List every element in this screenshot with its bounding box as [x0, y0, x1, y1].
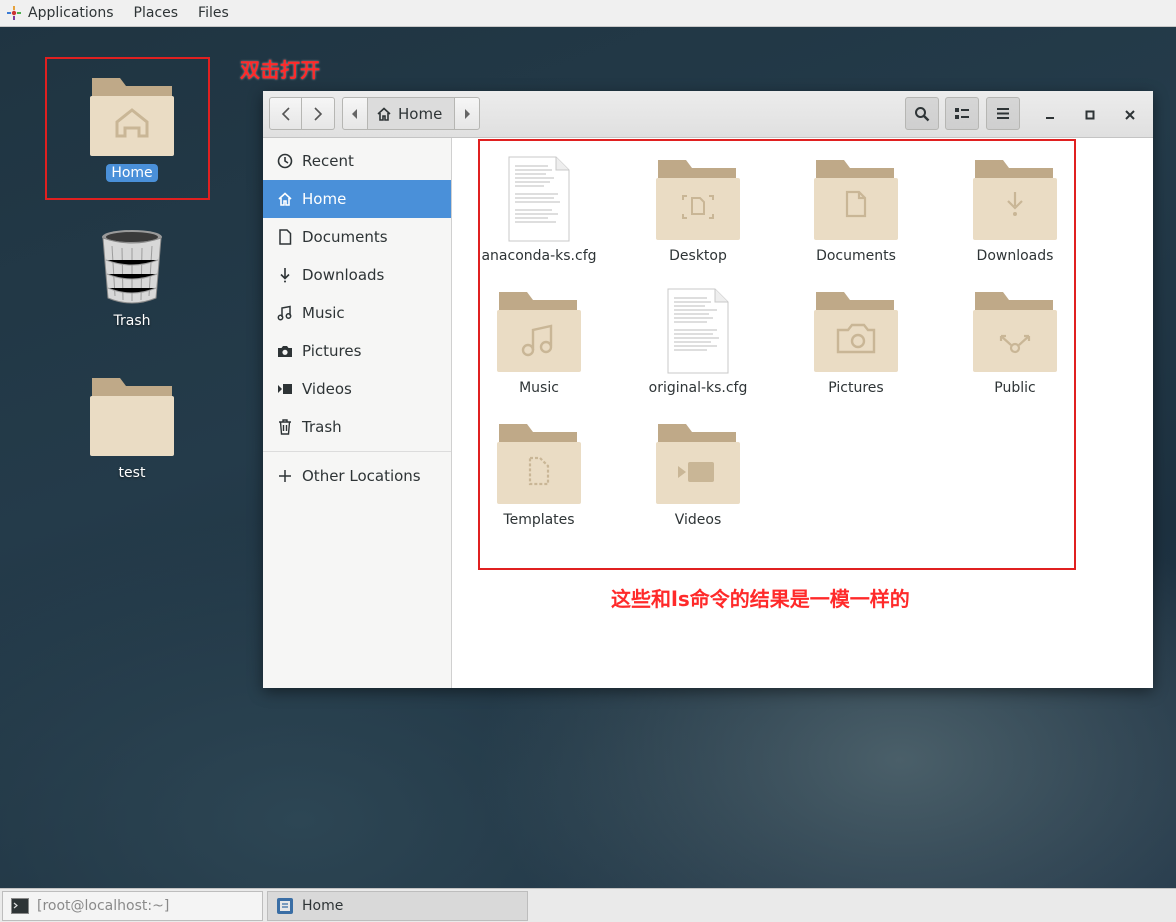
sidebar-item-other-locations[interactable]: Other Locations [263, 457, 451, 495]
annotation-double-click: 双击打开 [240, 58, 320, 82]
files-menu[interactable]: Files [188, 0, 239, 26]
camera-icon [277, 343, 293, 359]
places-label: Places [133, 5, 179, 21]
desktop-icon-test[interactable]: test [72, 374, 192, 482]
sidebar-item-other-locations-label: Other Locations [302, 467, 421, 485]
annotation-box-home [45, 57, 210, 200]
sidebar-item-home-label: Home [302, 190, 347, 208]
sidebar-divider [263, 451, 451, 452]
trash-icon [277, 419, 293, 435]
triangle-right-icon [465, 108, 471, 119]
sidebar-item-recent-label: Recent [302, 152, 354, 170]
gnome-logo-icon [7, 6, 21, 20]
plus-icon [277, 468, 293, 484]
sidebar-item-music-label: Music [302, 304, 345, 322]
triangle-left-icon [352, 108, 357, 119]
path-scroll-right[interactable] [455, 98, 479, 129]
top-bar: Applications Places Files [0, 0, 1176, 27]
desktop-icon-test-label: test [118, 465, 146, 481]
maximize-button[interactable] [1070, 91, 1110, 138]
close-icon [1125, 109, 1135, 120]
trash-can-icon [102, 230, 162, 304]
sidebar-item-videos[interactable]: Videos [263, 370, 451, 408]
annotation-same-as-ls: 这些和ls命令的结果是一模一样的 [611, 587, 910, 611]
home-icon [377, 106, 391, 121]
folder-icon [90, 378, 174, 456]
desktop-icon-trash-label: Trash [113, 313, 151, 329]
desktop-icon-trash[interactable]: Trash [72, 228, 192, 330]
applications-label: Applications [28, 5, 114, 21]
applications-menu[interactable]: Applications [0, 0, 124, 26]
video-icon [277, 381, 293, 397]
sidebar-item-videos-label: Videos [302, 380, 352, 398]
path-home-label: Home [398, 104, 443, 123]
header-bar: Home [263, 91, 1153, 138]
files-label: Files [198, 5, 229, 21]
hamburger-icon [997, 108, 1009, 119]
taskbar-item-terminal[interactable]: [root@localhost:~] [2, 891, 263, 921]
chevron-right-icon [314, 106, 323, 121]
file-manager-icon [277, 898, 293, 914]
menu-button[interactable] [986, 97, 1020, 130]
sidebar-item-home[interactable]: Home [263, 180, 451, 218]
search-button[interactable] [905, 97, 939, 130]
chevron-left-icon [281, 106, 290, 121]
places-menu[interactable]: Places [124, 0, 189, 26]
back-button[interactable] [269, 97, 302, 130]
taskbar-item-home[interactable]: Home [267, 891, 528, 921]
path-bar: Home [342, 97, 481, 130]
sidebar-item-trash-label: Trash [302, 418, 342, 436]
sidebar-item-documents-label: Documents [302, 228, 388, 246]
document-icon [277, 229, 293, 245]
sidebar-item-downloads-label: Downloads [302, 266, 385, 284]
taskbar: [root@localhost:~] Home [0, 888, 1176, 922]
taskbar-item-home-label: Home [302, 898, 344, 914]
sidebar-item-downloads[interactable]: Downloads [263, 256, 451, 294]
sidebar-item-music[interactable]: Music [263, 294, 451, 332]
list-view-icon [955, 107, 969, 119]
view-toggle-button[interactable] [945, 97, 979, 130]
places-sidebar: Recent Home Documents Downloads Music Pi… [263, 138, 452, 688]
terminal-icon [11, 898, 29, 914]
path-scroll-left[interactable] [343, 98, 367, 129]
sidebar-item-recent[interactable]: Recent [263, 142, 451, 180]
download-icon [277, 267, 293, 283]
annotation-box-files [478, 139, 1076, 570]
sidebar-item-trash[interactable]: Trash [263, 408, 451, 446]
maximize-icon [1085, 110, 1095, 119]
forward-button[interactable] [302, 97, 335, 130]
taskbar-item-terminal-label: [root@localhost:~] [37, 898, 170, 914]
minimize-button[interactable] [1030, 91, 1070, 138]
path-home-button[interactable]: Home [367, 98, 456, 129]
home-icon [277, 191, 293, 207]
minimize-icon [1046, 116, 1054, 119]
close-button[interactable] [1110, 91, 1150, 138]
music-icon [277, 305, 293, 321]
sidebar-item-pictures[interactable]: Pictures [263, 332, 451, 370]
clock-icon [277, 153, 293, 169]
sidebar-item-documents[interactable]: Documents [263, 218, 451, 256]
search-icon [915, 106, 930, 121]
sidebar-item-pictures-label: Pictures [302, 342, 362, 360]
